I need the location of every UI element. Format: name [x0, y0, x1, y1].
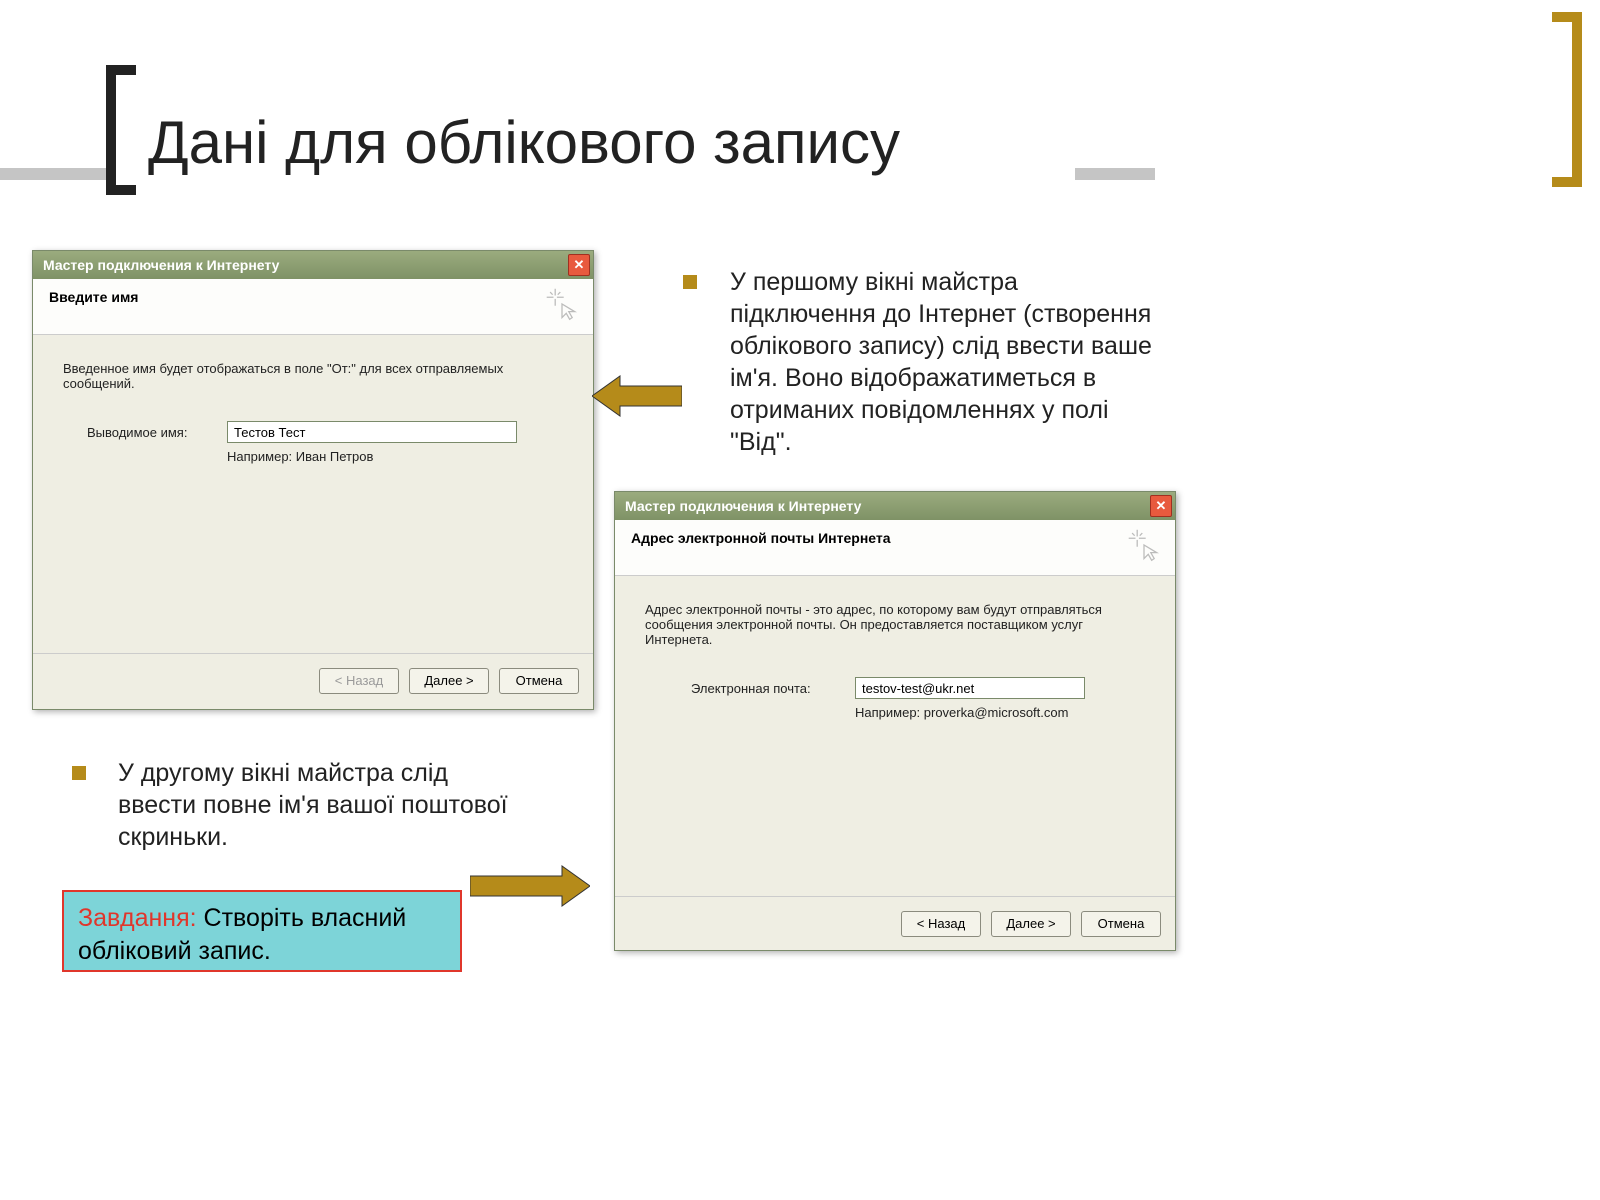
- title-underline-left: [0, 168, 106, 180]
- bullet-icon: [72, 766, 86, 780]
- email-label: Электронная почта:: [691, 681, 841, 696]
- email-row: Электронная почта:: [645, 677, 1145, 699]
- title-underline-right: [1075, 168, 1155, 180]
- cancel-button[interactable]: Отмена: [1081, 911, 1161, 937]
- wizard-dialog-email: Мастер подключения к Интернету ✕ Адрес э…: [614, 491, 1176, 951]
- dialog1-footer: < Назад Далее > Отмена: [33, 653, 593, 707]
- dialog1-body: Введенное имя будет отображаться в поле …: [33, 335, 593, 653]
- dialog2-title: Мастер подключения к Интернету: [625, 498, 861, 514]
- next-button[interactable]: Далее >: [991, 911, 1071, 937]
- dialog1-titlebar[interactable]: Мастер подключения к Интернету ✕: [33, 251, 593, 279]
- wizard-dialog-name: Мастер подключения к Интернету ✕ Введите…: [32, 250, 594, 710]
- close-icon: ✕: [574, 257, 585, 273]
- display-name-label: Выводимое имя:: [87, 425, 213, 440]
- cursor-sparkle-icon: [1127, 528, 1161, 562]
- dialog2-titlebar[interactable]: Мастер подключения к Интернету ✕: [615, 492, 1175, 520]
- arrow-right-icon: [470, 862, 590, 910]
- dialog1-header: Введите имя: [33, 279, 593, 335]
- dialog2-description: Адрес электронной почты - это адрес, по …: [645, 602, 1145, 647]
- dialog2-heading: Адрес электронной почты Интернета: [631, 530, 891, 546]
- close-button[interactable]: ✕: [568, 254, 590, 276]
- paragraph-second-window: У другому вікні майстра слід ввести повн…: [118, 757, 508, 853]
- display-name-input[interactable]: [227, 421, 517, 443]
- task-label: Завдання:: [78, 904, 197, 932]
- bracket-right-icon: [1552, 12, 1582, 187]
- paragraph-first-window: У першому вікні майстра підключення до І…: [730, 266, 1170, 458]
- dialog1-title: Мастер подключения к Интернету: [43, 257, 279, 273]
- cancel-button[interactable]: Отмена: [499, 668, 579, 694]
- back-button[interactable]: < Назад: [901, 911, 981, 937]
- email-example: Например: proverka@microsoft.com: [645, 705, 1145, 720]
- bullet-icon: [683, 275, 697, 289]
- dialog1-description: Введенное имя будет отображаться в поле …: [63, 361, 563, 391]
- dialog2-body: Адрес электронной почты - это адрес, по …: [615, 576, 1175, 896]
- dialog2-header: Адрес электронной почты Интернета: [615, 520, 1175, 576]
- dialog1-heading: Введите имя: [49, 289, 138, 305]
- dialog2-footer: < Назад Далее > Отмена: [615, 896, 1175, 950]
- back-button[interactable]: < Назад: [319, 668, 399, 694]
- close-icon: ✕: [1156, 498, 1167, 514]
- page-title: Дані для облікового запису: [148, 108, 900, 177]
- close-button[interactable]: ✕: [1150, 495, 1172, 517]
- display-name-example: Например: Иван Петров: [63, 449, 563, 464]
- next-button[interactable]: Далее >: [409, 668, 489, 694]
- arrow-left-icon: [592, 372, 682, 420]
- cursor-sparkle-icon: [545, 287, 579, 321]
- bracket-left-icon: [106, 65, 136, 195]
- display-name-row: Выводимое имя:: [63, 421, 563, 443]
- email-input[interactable]: [855, 677, 1085, 699]
- task-box: Завдання: Створіть власний обліковий зап…: [62, 890, 462, 972]
